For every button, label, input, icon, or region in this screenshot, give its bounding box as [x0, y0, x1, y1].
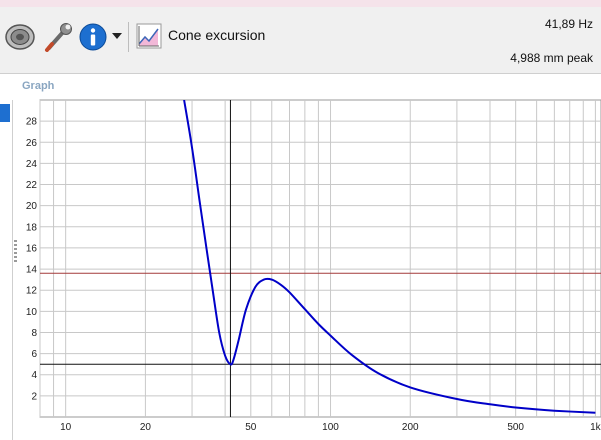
x-tick-label: 500 [507, 422, 524, 433]
x-tick-label: 200 [402, 422, 419, 433]
y-tick-label: 6 [31, 349, 37, 360]
plot-area [39, 99, 601, 418]
y-tick-label: 2 [31, 391, 37, 402]
x-tick-label: 50 [245, 422, 257, 433]
x-tick-label: 100 [322, 422, 339, 433]
x-tick-label: 1k [590, 422, 601, 433]
y-tick-label: 22 [26, 180, 38, 191]
y-tick-label: 26 [26, 138, 38, 149]
x-tick-label: 10 [60, 422, 72, 433]
y-tick-label: 8 [31, 328, 37, 339]
y-tick-label: 18 [26, 222, 38, 233]
y-tick-label: 24 [26, 159, 38, 170]
y-tick-label: 16 [26, 243, 38, 254]
y-tick-label: 10 [26, 307, 38, 318]
y-tick-label: 20 [26, 201, 38, 212]
y-tick-label: 14 [26, 265, 38, 276]
y-tick-label: 4 [31, 370, 37, 381]
x-tick-label: 20 [140, 422, 152, 433]
y-tick-label: 28 [26, 117, 38, 128]
excursion-chart[interactable]: 24681012141618202224262810 20 50 100 200 500 1… [0, 0, 601, 440]
y-tick-label: 12 [26, 286, 38, 297]
